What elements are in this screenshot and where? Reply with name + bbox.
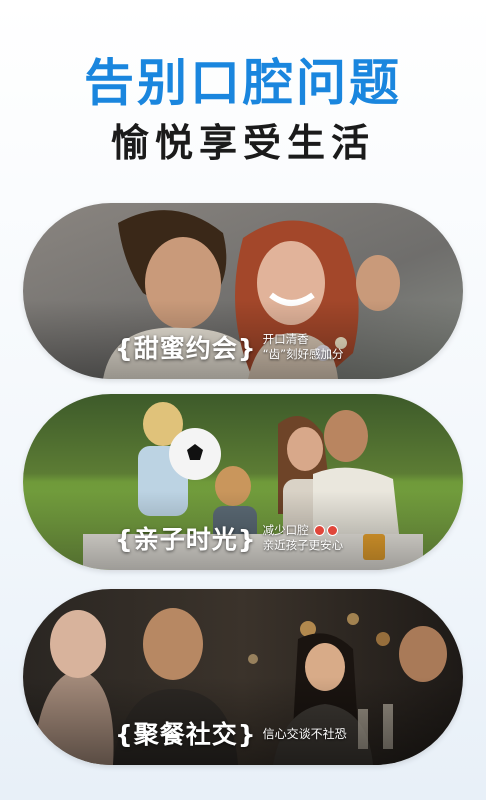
- card-label: {聚餐社交} 信心交谈不社恐: [115, 715, 347, 751]
- card-desc-line: 开口清香: [262, 332, 309, 346]
- no-smoking-icon: [313, 525, 325, 536]
- card-desc-line: 亲近孩子更安心: [262, 538, 344, 552]
- card-tag: {甜蜜约会}: [115, 334, 257, 363]
- card-label: {亲子时光} 减少口腔 亲近孩子更安心: [115, 520, 343, 556]
- card-desc-text: 减少口腔: [262, 523, 309, 537]
- card-label: {甜蜜约会} 开口清香 “齿”刻好感加分: [115, 329, 344, 365]
- card-date: {甜蜜约会} 开口清香 “齿”刻好感加分: [23, 203, 463, 379]
- subline: 愉悦享受生活: [110, 121, 375, 165]
- card-tag: {亲子时光}: [115, 525, 257, 554]
- card-desc-line: “齿”刻好感加分: [262, 347, 344, 361]
- card-desc-line: 减少口腔: [263, 523, 344, 538]
- card-tag: {聚餐社交}: [115, 720, 257, 749]
- headline: 告别口腔问题: [84, 54, 402, 112]
- card-description: 开口清香 “齿”刻好感加分: [263, 332, 344, 362]
- no-sugar-icon: [326, 525, 338, 536]
- card-family: {亲子时光} 减少口腔 亲近孩子更安心: [23, 394, 463, 570]
- card-description: 信心交谈不社恐: [262, 726, 347, 741]
- card-description: 减少口腔 亲近孩子更安心: [263, 523, 344, 553]
- card-social: {聚餐社交} 信心交谈不社恐: [23, 589, 463, 765]
